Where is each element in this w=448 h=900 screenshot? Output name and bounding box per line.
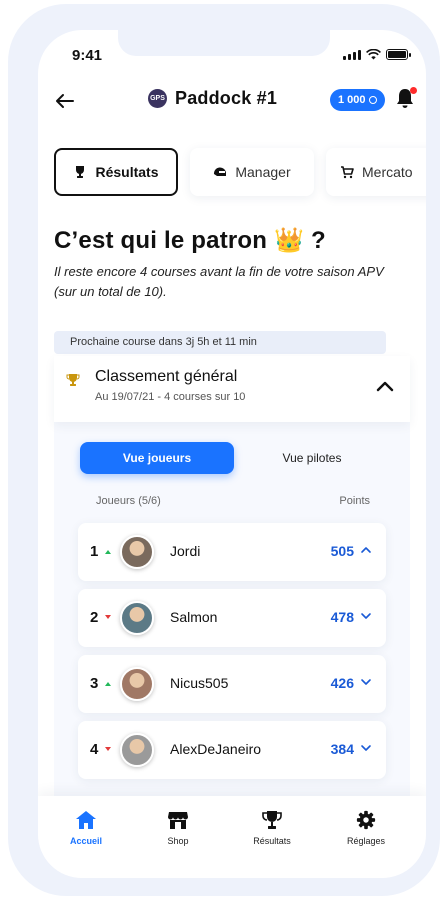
credits-amount: 1 000 bbox=[338, 94, 366, 106]
tab-resultats[interactable]: Résultats bbox=[54, 148, 178, 196]
nav-label: Réglages bbox=[346, 836, 386, 846]
trend-up-icon bbox=[105, 682, 111, 686]
app-screen: 9:41 GPS Paddock #1 1 000 Résultats Mana… bbox=[38, 30, 426, 878]
back-arrow-icon[interactable] bbox=[52, 88, 78, 114]
ranking-title: Classement général bbox=[95, 368, 238, 385]
nav-accueil[interactable]: Accueil bbox=[46, 810, 126, 846]
trophy-icon bbox=[262, 811, 282, 829]
season-info: Il reste encore 4 courses avant la fin d… bbox=[54, 264, 384, 299]
next-race-banner: Prochaine course dans 3j 5h et 11 min bbox=[54, 331, 386, 354]
player-points: 384 bbox=[330, 741, 354, 757]
notifications-button[interactable] bbox=[394, 86, 417, 110]
device-notch bbox=[118, 26, 330, 56]
nav-label: Résultats bbox=[253, 836, 291, 846]
tab-manager[interactable]: Manager bbox=[190, 148, 314, 196]
toggle-players-view[interactable]: Vue joueurs bbox=[80, 442, 234, 474]
chevron-down-icon[interactable] bbox=[360, 743, 372, 753]
rank-number: 3 bbox=[90, 675, 99, 692]
player-points: 478 bbox=[330, 609, 354, 625]
nav-resultats[interactable]: Résultats bbox=[232, 810, 312, 846]
notification-dot bbox=[410, 87, 417, 94]
rank-number: 4 bbox=[90, 741, 99, 758]
chevron-down-icon[interactable] bbox=[360, 611, 372, 621]
ranking-row[interactable]: 2 Salmon 478 bbox=[78, 589, 386, 647]
chevron-up-icon[interactable] bbox=[376, 380, 394, 392]
home-icon bbox=[76, 811, 96, 829]
ranking-row[interactable]: 1 Jordi 505 bbox=[78, 523, 386, 581]
section-tabs: Résultats Manager Mercato bbox=[54, 148, 426, 196]
player-name: Nicus505 bbox=[170, 675, 229, 691]
chevron-up-icon[interactable] bbox=[360, 545, 372, 555]
status-icons bbox=[343, 49, 411, 60]
wifi-icon bbox=[366, 49, 381, 60]
rank-number: 1 bbox=[90, 543, 99, 560]
players-column-header: Joueurs (5/6) bbox=[96, 495, 161, 507]
credits-badge[interactable]: 1 000 bbox=[330, 89, 385, 111]
player-points: 426 bbox=[330, 675, 354, 691]
trophy-icon bbox=[66, 374, 80, 386]
helmet-icon bbox=[214, 167, 227, 176]
view-toggle: Vue joueurs Vue pilotes bbox=[80, 442, 384, 474]
player-name: AlexDeJaneiro bbox=[170, 741, 262, 757]
nav-label: Shop bbox=[167, 836, 189, 846]
ranking-card-header[interactable]: Classement général Au 19/07/21 - 4 cours… bbox=[54, 356, 410, 422]
trend-down-icon bbox=[105, 747, 111, 751]
avatar bbox=[120, 733, 154, 767]
nav-shop[interactable]: Shop bbox=[138, 810, 218, 846]
trophy-icon bbox=[76, 166, 85, 178]
ranking-row[interactable]: 4 AlexDeJaneiro 384 bbox=[78, 721, 386, 779]
tab-label: Résultats bbox=[95, 164, 159, 180]
gear-icon bbox=[356, 810, 376, 830]
player-name: Jordi bbox=[170, 543, 201, 559]
chevron-down-icon[interactable] bbox=[360, 677, 372, 687]
status-time: 9:41 bbox=[72, 47, 103, 64]
battery-icon bbox=[386, 49, 411, 60]
toggle-drivers-view[interactable]: Vue pilotes bbox=[250, 442, 374, 474]
avatar bbox=[120, 535, 154, 569]
ranking-subtitle: Au 19/07/21 - 4 courses sur 10 bbox=[95, 391, 246, 403]
page-title: Paddock #1 bbox=[175, 88, 278, 108]
ranking-row[interactable]: 3 Nicus505 426 bbox=[78, 655, 386, 713]
tab-label: Manager bbox=[235, 164, 291, 180]
signal-icon bbox=[343, 50, 361, 60]
rank-number: 2 bbox=[90, 609, 99, 626]
cart-icon bbox=[341, 166, 354, 179]
bottom-nav: Accueil Shop Résultats Réglages bbox=[38, 796, 426, 878]
league-logo: GPS bbox=[148, 89, 167, 108]
shop-icon bbox=[168, 812, 188, 829]
trend-down-icon bbox=[105, 615, 111, 619]
tab-mercato[interactable]: Mercato bbox=[326, 148, 426, 196]
nav-reglages[interactable]: Réglages bbox=[326, 810, 406, 846]
points-column-header: Points bbox=[339, 495, 370, 507]
player-name: Salmon bbox=[170, 609, 218, 625]
player-points: 505 bbox=[330, 543, 354, 559]
top-bar: GPS Paddock #1 1 000 bbox=[38, 82, 426, 122]
coin-icon bbox=[368, 96, 377, 104]
trend-up-icon bbox=[105, 550, 111, 554]
avatar bbox=[120, 667, 154, 701]
nav-label: Accueil bbox=[69, 836, 102, 846]
league-title: GPS Paddock #1 bbox=[148, 88, 277, 109]
tab-label: Mercato bbox=[362, 164, 413, 180]
avatar bbox=[120, 601, 154, 635]
headline: C’est qui le patron 👑 ? bbox=[54, 227, 326, 254]
